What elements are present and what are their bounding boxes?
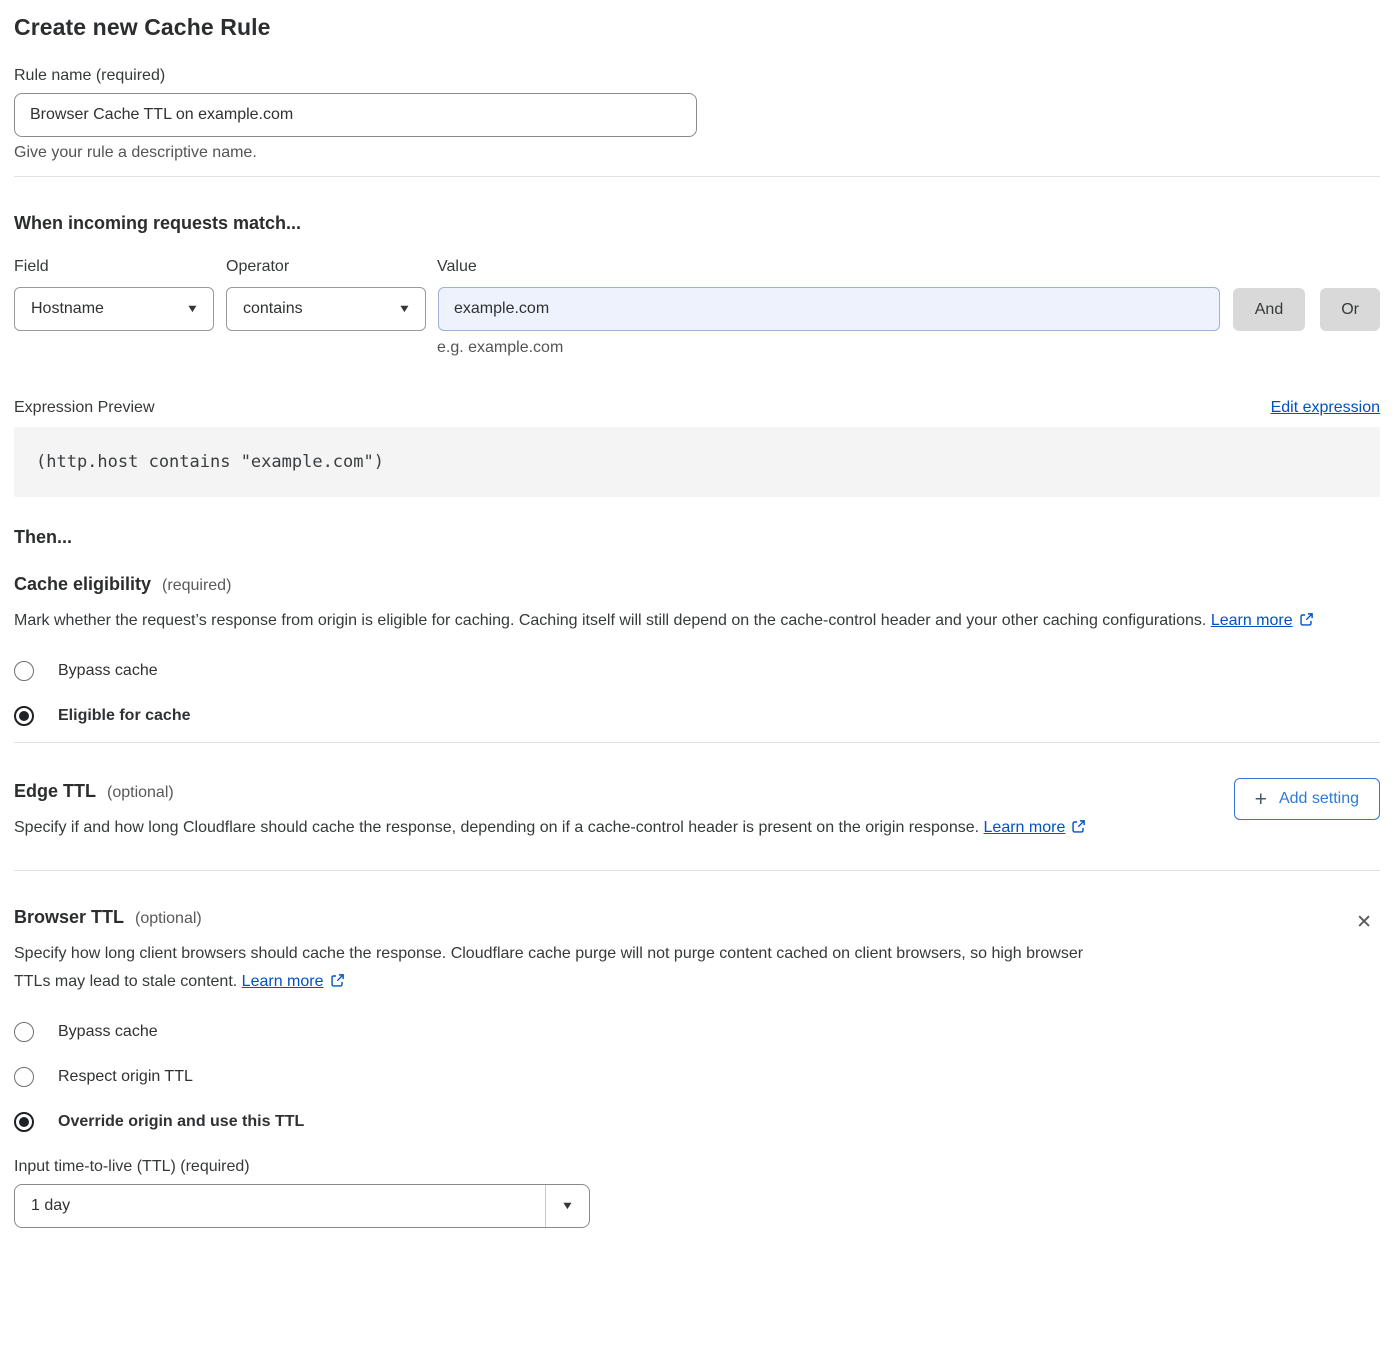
rule-name-label: Rule name (required) — [14, 67, 1380, 85]
divider — [14, 742, 1380, 743]
external-link-icon — [330, 970, 345, 998]
edge-ttl-title: Edge TTL — [14, 781, 96, 802]
browser-ttl-description: Specify how long client browsers should … — [14, 940, 1104, 998]
radio-label: Respect origin TTL — [58, 1068, 193, 1086]
chevron-down-icon: ▼ — [398, 304, 412, 315]
radio-option-override-origin-ttl[interactable]: Override origin and use this TTL — [14, 1112, 304, 1132]
description-text: Mark whether the request’s response from… — [14, 612, 1206, 629]
learn-more-link[interactable]: Learn more — [242, 973, 324, 990]
cache-eligibility-description: Mark whether the request’s response from… — [14, 607, 1364, 637]
plus-icon: + — [1255, 789, 1267, 810]
description-text: Specify if and how long Cloudflare shoul… — [14, 819, 979, 836]
external-link-icon — [1299, 609, 1314, 637]
match-condition-row: Hostname ▼ contains ▼ And Or — [14, 287, 1380, 331]
learn-more-link[interactable]: Learn more — [984, 819, 1066, 836]
radio-option-bypass-cache[interactable]: Bypass cache — [14, 661, 158, 681]
radio-option-bypass-cache[interactable]: Bypass cache — [14, 1022, 158, 1042]
rule-name-help: Give your rule a descriptive name. — [14, 144, 1380, 162]
cache-eligibility-title: Cache eligibility — [14, 574, 151, 595]
field-select[interactable]: Hostname ▼ — [14, 287, 214, 331]
browser-ttl-section: Browser TTL (optional) ✕ Specify how lon… — [14, 907, 1380, 1228]
operator-select[interactable]: contains ▼ — [226, 287, 426, 331]
then-heading: Then... — [14, 527, 1380, 548]
learn-more-link[interactable]: Learn more — [1211, 612, 1293, 629]
divider — [14, 870, 1380, 871]
match-labels-row: Field Operator Value — [14, 258, 1380, 276]
expression-code-block: (http.host contains "example.com") — [14, 427, 1380, 497]
radio-label: Bypass cache — [58, 662, 158, 680]
radio-unselected-icon[interactable] — [14, 1022, 34, 1042]
radio-label: Eligible for cache — [58, 707, 190, 725]
add-setting-label: Add setting — [1279, 790, 1359, 808]
expression-preview-row: Expression Preview Edit expression — [14, 399, 1380, 417]
field-select-value: Hostname — [31, 300, 104, 318]
and-button[interactable]: And — [1233, 288, 1305, 331]
description-text: Specify how long client browsers should … — [14, 945, 1083, 990]
radio-option-eligible-for-cache[interactable]: Eligible for cache — [14, 706, 190, 726]
create-cache-rule-form: Create new Cache Rule Rule name (require… — [0, 0, 1400, 1244]
value-label: Value — [437, 258, 477, 276]
ttl-select-caret-cell[interactable]: ▼ — [545, 1185, 589, 1227]
browser-ttl-title: Browser TTL — [14, 907, 124, 928]
radio-label: Override origin and use this TTL — [58, 1113, 304, 1131]
radio-label: Bypass cache — [58, 1023, 158, 1041]
chevron-down-icon: ▼ — [561, 1201, 575, 1212]
radio-option-respect-origin-ttl[interactable]: Respect origin TTL — [14, 1067, 193, 1087]
ttl-input-label: Input time-to-live (TTL) (required) — [14, 1158, 1380, 1176]
value-input[interactable] — [438, 287, 1220, 331]
rule-name-input[interactable] — [14, 93, 697, 137]
chevron-down-icon: ▼ — [186, 304, 200, 315]
close-icon[interactable]: ✕ — [1352, 909, 1376, 936]
optional-badge: (optional) — [135, 910, 202, 928]
radio-unselected-icon[interactable] — [14, 1067, 34, 1087]
expression-preview-label: Expression Preview — [14, 399, 155, 417]
optional-badge: (optional) — [107, 784, 174, 802]
radio-unselected-icon[interactable] — [14, 661, 34, 681]
radio-selected-icon[interactable] — [14, 1112, 34, 1132]
match-section-heading: When incoming requests match... — [14, 213, 1380, 234]
value-help: e.g. example.com — [437, 339, 1380, 357]
ttl-select-value: 1 day — [15, 1185, 545, 1227]
page-title: Create new Cache Rule — [14, 14, 1380, 41]
required-badge: (required) — [162, 577, 231, 595]
edit-expression-link[interactable]: Edit expression — [1271, 399, 1380, 417]
edge-ttl-section: Edge TTL (optional) + Add setting Specif… — [14, 781, 1380, 844]
radio-selected-icon[interactable] — [14, 706, 34, 726]
or-button[interactable]: Or — [1320, 288, 1380, 331]
operator-select-value: contains — [243, 300, 303, 318]
add-setting-button[interactable]: + Add setting — [1234, 778, 1380, 820]
divider — [14, 176, 1380, 177]
edge-ttl-description: Specify if and how long Cloudflare shoul… — [14, 814, 1119, 844]
external-link-icon — [1071, 816, 1086, 844]
ttl-select[interactable]: 1 day ▼ — [14, 1184, 590, 1228]
field-label: Field — [14, 258, 226, 276]
operator-label: Operator — [226, 258, 437, 276]
cache-eligibility-section: Cache eligibility (required) Mark whethe… — [14, 574, 1380, 726]
